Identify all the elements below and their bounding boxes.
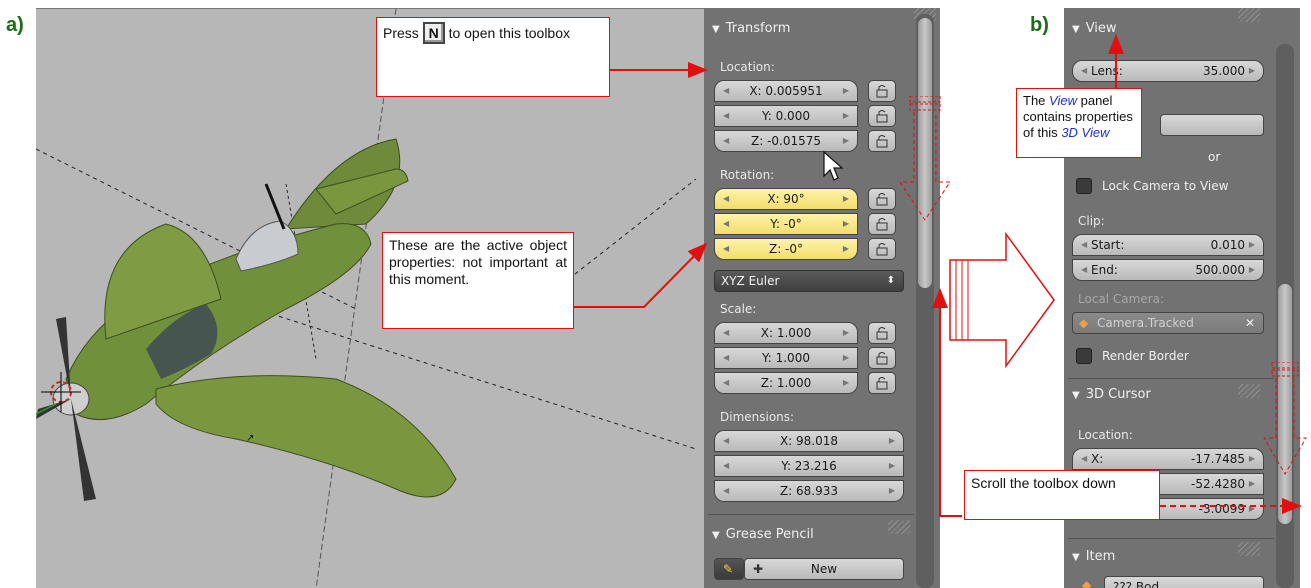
mouse-pointer-icon — [823, 150, 844, 181]
callout-scroll: Scroll the toolbox down — [964, 470, 1160, 520]
callout-press-n: Press N to open this toolbox — [376, 17, 610, 97]
callout-active-props: These are the active object properties: … — [382, 232, 574, 329]
callout-view-panel: The View panel contains properties of th… — [1016, 88, 1142, 158]
n-key-icon: N — [422, 22, 445, 44]
